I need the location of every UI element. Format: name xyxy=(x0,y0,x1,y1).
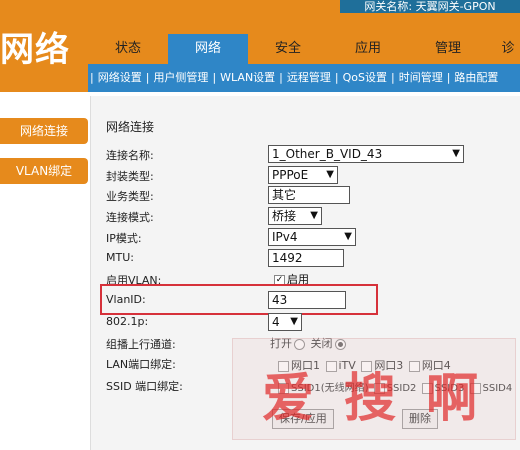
subnav-wlan[interactable]: WLAN设置 xyxy=(218,71,277,84)
service-select[interactable]: 其它 xyxy=(268,186,350,204)
tab-status[interactable]: 状态 xyxy=(88,34,168,64)
conn-name-select[interactable]: 1_Other_B_VID_43 ▼ xyxy=(268,145,464,163)
label-encap: 封装类型: xyxy=(106,170,154,183)
sidebar-item-network-connection[interactable]: 网络连接 xyxy=(0,118,88,144)
watermark-text: 爱搜啊 xyxy=(262,368,509,429)
chevron-down-icon: ▼ xyxy=(452,148,460,159)
label-ip-mode: IP模式: xyxy=(106,232,142,245)
dot1p-value: 4 xyxy=(272,315,280,329)
conn-mode-value: 桥接 xyxy=(272,209,297,223)
subnav-remote[interactable]: 远程管理 xyxy=(285,71,333,84)
gateway-name: 网关名称: 天翼网关-GPON xyxy=(340,0,520,13)
label-conn-name: 连接名称: xyxy=(106,149,154,162)
chevron-down-icon: ▼ xyxy=(344,231,352,242)
main-tabs: 状态 网络 安全 应用 管理 诊 xyxy=(88,34,520,64)
dot1p-select[interactable]: 4 ▼ xyxy=(268,313,302,331)
sidebar: 网络连接 VLAN绑定 xyxy=(0,92,88,450)
conn-name-value: 1_Other_B_VID_43 xyxy=(272,147,383,161)
top-header: 网络 网关名称: 天翼网关-GPON 状态 网络 安全 应用 管理 诊 | 网络设… xyxy=(0,0,520,92)
subnav-network-settings[interactable]: 网络设置 xyxy=(96,71,144,84)
tab-security[interactable]: 安全 xyxy=(248,34,328,64)
label-vlan-id: VlanID: xyxy=(106,293,146,306)
page-title: 网络连接 xyxy=(106,120,155,134)
tab-management[interactable]: 管理 xyxy=(408,34,488,64)
conn-mode-select[interactable]: 桥接 ▼ xyxy=(268,207,322,225)
sub-navigation: | 网络设置 | 用户侧管理 | WLAN设置 | 远程管理 | QoS设置 | 时间管理 | 路由配置 xyxy=(88,64,520,92)
subnav-user-side[interactable]: 用户侧管理 xyxy=(151,71,210,84)
subnav-route[interactable]: 路由配置 xyxy=(452,71,500,84)
tab-application[interactable]: 应用 xyxy=(328,34,408,64)
label-mtu: MTU: xyxy=(106,251,134,264)
subnav-qos[interactable]: QoS设置 xyxy=(341,71,389,84)
encap-value: PPPoE xyxy=(272,168,309,182)
tab-network[interactable]: 网络 xyxy=(168,34,248,64)
label-conn-mode: 连接模式: xyxy=(106,211,154,224)
service-value: 其它 xyxy=(272,188,297,202)
chevron-down-icon: ▼ xyxy=(310,210,318,221)
ip-mode-value: IPv4 xyxy=(272,230,298,244)
tab-diagnostics[interactable]: 诊 xyxy=(488,34,520,64)
label-ssid-bind: SSID 端口绑定: xyxy=(106,380,183,393)
sidebar-item-vlan-binding[interactable]: VLAN绑定 xyxy=(0,158,88,184)
ip-mode-select[interactable]: IPv4 ▼ xyxy=(268,228,356,246)
vlan-id-input[interactable]: 43 xyxy=(268,291,346,309)
encap-select[interactable]: PPPoE ▼ xyxy=(268,166,338,184)
chevron-down-icon: ▼ xyxy=(290,316,298,327)
chevron-down-icon: ▼ xyxy=(326,169,334,180)
label-dot1p: 802.1p: xyxy=(106,315,149,328)
label-service: 业务类型: xyxy=(106,190,154,203)
subnav-time[interactable]: 时间管理 xyxy=(397,71,445,84)
mtu-input[interactable]: 1492 xyxy=(268,249,344,267)
logo-text: 网络 xyxy=(0,30,70,70)
label-lan-bind: LAN端口绑定: xyxy=(106,358,176,371)
label-multicast: 组播上行通道: xyxy=(106,338,176,351)
